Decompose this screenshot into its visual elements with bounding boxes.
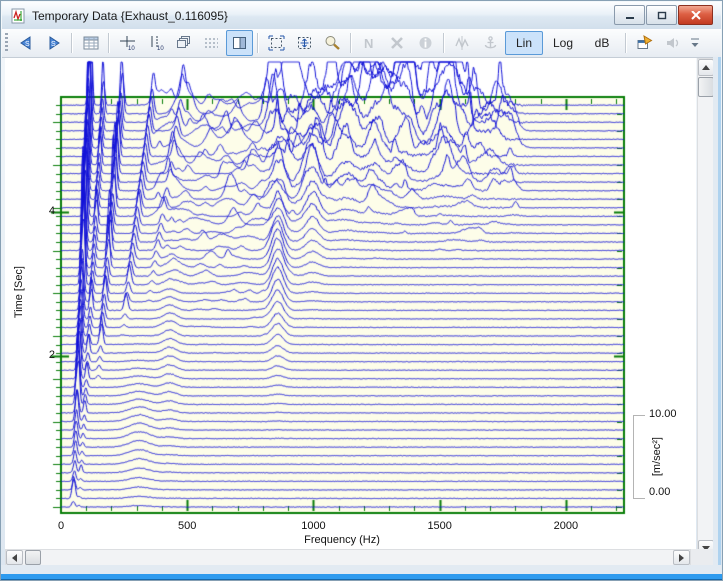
svg-text:S: S — [51, 41, 56, 48]
window-frame-edge — [718, 57, 721, 565]
anchor-icon — [482, 35, 499, 51]
window-frame-edge — [1, 579, 722, 580]
amplitude-scale-bracket — [633, 415, 645, 499]
scroll-left-button[interactable] — [6, 550, 23, 565]
app-icon — [10, 8, 26, 24]
table-icon — [83, 36, 99, 50]
maximize-button[interactable] — [646, 5, 677, 25]
scroll-up-button[interactable] — [698, 59, 714, 76]
toolbar-separator — [443, 33, 445, 53]
toolbar: S S 10 — [2, 29, 721, 58]
gridlines-button[interactable] — [198, 30, 225, 56]
info-icon — [417, 35, 434, 51]
window-title: Temporary Data {Exhaust_0.116095} — [32, 9, 228, 23]
harmonic-cursor-button[interactable]: 10 — [142, 30, 169, 56]
horizontal-scroll-thumb[interactable] — [25, 550, 41, 565]
toolbar-separator — [71, 33, 73, 53]
zoom-extents-icon — [268, 35, 285, 51]
left-arrow-icon — [8, 554, 17, 562]
log-scale-button[interactable]: Log — [544, 31, 582, 55]
data-table-button[interactable] — [77, 30, 104, 56]
overflow-chevron-icon — [690, 37, 700, 49]
export-button[interactable] — [631, 30, 658, 56]
y-tick-label: 4 — [29, 205, 55, 217]
forward-arrow-icon: S — [45, 35, 63, 51]
waveform-cursor-icon — [454, 35, 471, 51]
scroll-right-button[interactable] — [673, 550, 690, 565]
magnifier-icon — [324, 35, 341, 51]
close-icon — [691, 11, 701, 20]
zoom-window-button[interactable] — [291, 30, 318, 56]
right-arrow-icon — [679, 554, 688, 562]
back-arrow-icon: S — [17, 35, 35, 51]
x-tick-label: 1500 — [420, 520, 460, 532]
up-arrow-icon — [702, 61, 710, 70]
horizontal-scrollbar[interactable] — [5, 549, 691, 566]
amplitude-scale-max: 10.00 — [649, 408, 677, 420]
waterfall-view-button[interactable] — [170, 30, 197, 56]
speaker-icon — [664, 35, 681, 51]
zoom-window-icon — [296, 35, 313, 51]
x-tick-label: 0 — [41, 520, 81, 532]
svg-text:10: 10 — [128, 46, 135, 51]
window-frame-edge — [1, 565, 722, 574]
harmonic-cursor-icon: 10 — [147, 35, 164, 51]
y-axis-title-wrap: Time [Sec] — [13, 210, 25, 375]
toolbar-separator — [257, 33, 259, 53]
stacked-sheets-icon — [175, 35, 192, 51]
restore-icon — [657, 11, 667, 20]
letter-n-icon: N — [361, 35, 378, 51]
single-cursor-button[interactable]: 10 — [114, 30, 141, 56]
split-panel-icon — [231, 35, 248, 51]
previous-spectrum-button[interactable]: S — [12, 30, 39, 56]
toolbar-grip — [5, 33, 8, 53]
cross-icon — [389, 35, 406, 51]
dotted-lines-icon — [203, 35, 220, 51]
x-tick-label: 1000 — [293, 520, 333, 532]
export-hand-icon — [636, 35, 653, 51]
crosshair-cursor-icon: 10 — [119, 35, 136, 51]
x-axis-title: Frequency (Hz) — [242, 534, 442, 546]
delete-curve-button-disabled[interactable] — [384, 30, 411, 56]
peak-cursor-button-disabled[interactable] — [449, 30, 476, 56]
svg-text:N: N — [364, 36, 373, 51]
close-button[interactable] — [678, 5, 713, 25]
waterfall-canvas[interactable] — [5, 58, 696, 549]
svg-text:S: S — [25, 41, 30, 48]
y-axis-title: Time [Sec] — [13, 266, 25, 318]
window-controls — [614, 5, 713, 25]
curve-fit-button-disabled[interactable]: N — [356, 30, 383, 56]
svg-text:10: 10 — [157, 46, 164, 51]
y-tick-label: 2 — [29, 349, 55, 361]
toolbar-separator — [625, 33, 627, 53]
x-tick-label: 2000 — [546, 520, 586, 532]
scrollbar-corner — [691, 549, 715, 566]
minimize-icon — [625, 11, 635, 20]
toolbar-separator — [350, 33, 352, 53]
next-spectrum-button[interactable]: S — [40, 30, 67, 56]
audio-playback-button-disabled[interactable] — [659, 30, 686, 56]
anchor-button-disabled[interactable] — [477, 30, 504, 56]
info-button-disabled[interactable] — [412, 30, 439, 56]
vertical-scroll-thumb[interactable] — [698, 77, 714, 97]
amplitude-scale-unit-wrap: [m/sec²] — [651, 426, 663, 488]
x-tick-label: 500 — [167, 520, 207, 532]
toolbar-overflow-button[interactable] — [687, 30, 703, 56]
amplitude-scale-unit: [m/sec²] — [651, 437, 663, 476]
app-window: Temporary Data {Exhaust_0.116095} S — [0, 0, 723, 581]
titlebar[interactable]: Temporary Data {Exhaust_0.116095} — [2, 2, 721, 29]
plot-client-area: 0 500 1000 1500 2000 2 4 Frequency (Hz) Time … — [5, 58, 696, 549]
minimize-button[interactable] — [614, 5, 645, 25]
db-scale-button[interactable]: dB — [583, 31, 621, 55]
magnifier-button[interactable] — [319, 30, 346, 56]
toolbar-separator — [108, 33, 110, 53]
split-view-button[interactable] — [226, 30, 253, 56]
zoom-extents-button[interactable] — [263, 30, 290, 56]
linear-scale-button[interactable]: Lin — [505, 31, 543, 55]
